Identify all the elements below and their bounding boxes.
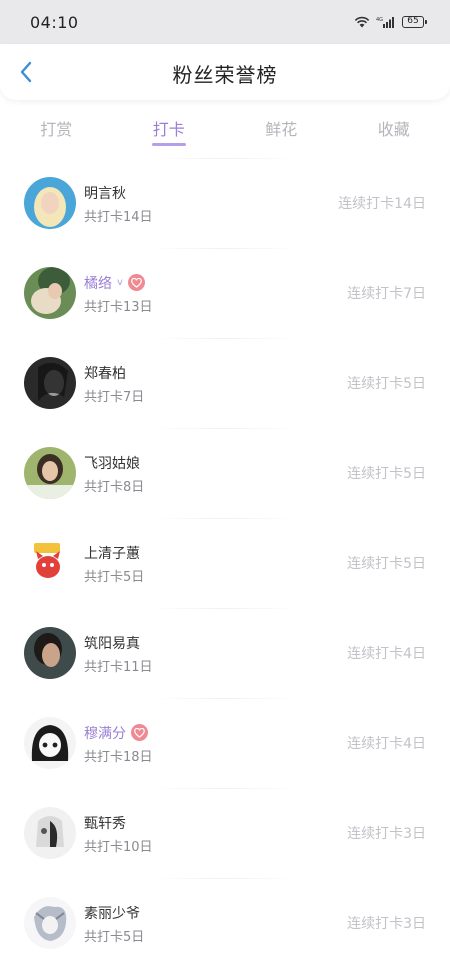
header: 粉丝荣誉榜	[0, 44, 450, 100]
fan-name: 穆满分	[84, 725, 126, 742]
total-checkins: 共打卡8日	[84, 479, 145, 495]
total-checkins: 共打卡14日	[84, 209, 153, 225]
fan-info: 上清子蕙 共打卡5日	[84, 542, 347, 585]
wifi-icon	[354, 16, 370, 28]
fan-name: 明言秋	[84, 185, 126, 202]
tab-label: 鲜花	[265, 120, 298, 139]
tab-label: 打卡	[152, 120, 185, 139]
checkin-streak: 连续打卡4日	[347, 646, 426, 662]
checkin-streak: 连续打卡3日	[347, 916, 426, 932]
list-item[interactable]: 穆满分 共打卡18日 连续打卡4日	[0, 698, 450, 788]
tab-tip[interactable]: 打赏	[0, 108, 113, 152]
status-icons: 4G 65	[354, 16, 427, 28]
avatar[interactable]	[24, 447, 76, 499]
avatar-image	[24, 897, 76, 949]
name-line: 素丽少爷	[84, 902, 347, 924]
checkin-streak: 连续打卡4日	[347, 736, 426, 752]
total-checkins: 共打卡11日	[84, 659, 153, 675]
name-line: 穆满分	[84, 722, 347, 744]
fan-info: 明言秋 共打卡14日	[84, 182, 338, 225]
name-line: 上清子蕙	[84, 542, 347, 564]
avatar-image	[24, 447, 76, 499]
avatar[interactable]	[24, 897, 76, 949]
avatar-image	[24, 357, 76, 409]
name-line: 甄轩秀	[84, 812, 347, 834]
fan-name: 素丽少爷	[84, 905, 140, 922]
vip-mark: ⅴ	[117, 277, 123, 288]
fan-name: 飞羽姑娘	[84, 455, 140, 472]
total-checkins: 共打卡5日	[84, 569, 145, 585]
fan-info: 素丽少爷 共打卡5日	[84, 902, 347, 945]
active-tab-indicator	[151, 143, 186, 146]
fan-info: 飞羽姑娘 共打卡8日	[84, 452, 347, 495]
avatar[interactable]	[24, 717, 76, 769]
total-checkins: 共打卡10日	[84, 839, 153, 855]
page-title: 粉丝荣誉榜	[172, 63, 278, 87]
fan-info: 穆满分 共打卡18日	[84, 722, 347, 765]
avatar-image	[24, 267, 76, 319]
fan-info: 甄轩秀 共打卡10日	[84, 812, 347, 855]
name-line: 橘络 ⅴ	[84, 272, 347, 294]
status-time: 04:10	[30, 12, 79, 32]
fan-info: 郑春柏 共打卡7日	[84, 362, 347, 405]
tab-label: 收藏	[377, 120, 410, 139]
tab-favorites[interactable]: 收藏	[338, 108, 450, 152]
tab-flowers[interactable]: 鲜花	[225, 108, 338, 152]
checkin-streak: 连续打卡5日	[347, 376, 426, 392]
name-line: 筑阳易真	[84, 632, 347, 654]
fan-list: 明言秋 共打卡14日 连续打卡14日 橘络 ⅴ 共打卡13日 连续打卡7日 郑春…	[0, 158, 450, 968]
total-checkins: 共打卡18日	[84, 749, 153, 765]
avatar-image	[24, 177, 76, 229]
avatar[interactable]	[24, 807, 76, 859]
list-item[interactable]: 上清子蕙 共打卡5日 连续打卡5日	[0, 518, 450, 608]
checkin-streak: 连续打卡3日	[347, 826, 426, 842]
avatar-image	[24, 537, 76, 589]
list-item[interactable]: 筑阳易真 共打卡11日 连续打卡4日	[0, 608, 450, 698]
avatar[interactable]	[24, 177, 76, 229]
total-checkins: 共打卡7日	[84, 389, 145, 405]
name-line: 明言秋	[84, 182, 338, 204]
tab-label: 打赏	[40, 120, 73, 139]
avatar-image	[24, 717, 76, 769]
battery-icon: 65	[402, 16, 427, 28]
network-type-label: 4G	[376, 17, 383, 23]
name-line: 郑春柏	[84, 362, 347, 384]
fan-info: 橘络 ⅴ 共打卡13日	[84, 272, 347, 315]
fan-name: 郑春柏	[84, 365, 126, 382]
checkin-streak: 连续打卡14日	[338, 196, 426, 212]
tab-bar: 打赏 打卡 鲜花 收藏	[0, 108, 450, 152]
list-item[interactable]: 飞羽姑娘 共打卡8日 连续打卡5日	[0, 428, 450, 518]
fan-name: 甄轩秀	[84, 815, 126, 832]
checkin-streak: 连续打卡5日	[347, 466, 426, 482]
avatar-image	[24, 807, 76, 859]
checkin-streak: 连续打卡5日	[347, 556, 426, 572]
status-bar: 04:10 4G 65	[0, 0, 450, 44]
total-checkins: 共打卡5日	[84, 929, 145, 945]
avatar-image	[24, 627, 76, 679]
total-checkins: 共打卡13日	[84, 299, 153, 315]
avatar[interactable]	[24, 267, 76, 319]
tab-checkin[interactable]: 打卡	[113, 108, 226, 152]
avatar[interactable]	[24, 537, 76, 589]
heart-badge-icon	[127, 274, 145, 291]
list-item[interactable]: 明言秋 共打卡14日 连续打卡14日	[0, 158, 450, 248]
cellular-signal-icon: 4G	[376, 17, 394, 28]
avatar[interactable]	[24, 357, 76, 409]
list-item[interactable]: 甄轩秀 共打卡10日 连续打卡3日	[0, 788, 450, 878]
heart-badge-icon	[131, 724, 148, 741]
fan-name: 上清子蕙	[84, 545, 140, 562]
list-item[interactable]: 郑春柏 共打卡7日 连续打卡5日	[0, 338, 450, 428]
checkin-streak: 连续打卡7日	[347, 286, 426, 302]
fan-name: 筑阳易真	[84, 635, 140, 652]
fan-info: 筑阳易真 共打卡11日	[84, 632, 347, 675]
list-item[interactable]: 橘络 ⅴ 共打卡13日 连续打卡7日	[0, 248, 450, 338]
fan-name: 橘络	[84, 275, 112, 292]
list-item[interactable]: 素丽少爷 共打卡5日 连续打卡3日	[0, 878, 450, 968]
name-line: 飞羽姑娘	[84, 452, 347, 474]
avatar[interactable]	[24, 627, 76, 679]
